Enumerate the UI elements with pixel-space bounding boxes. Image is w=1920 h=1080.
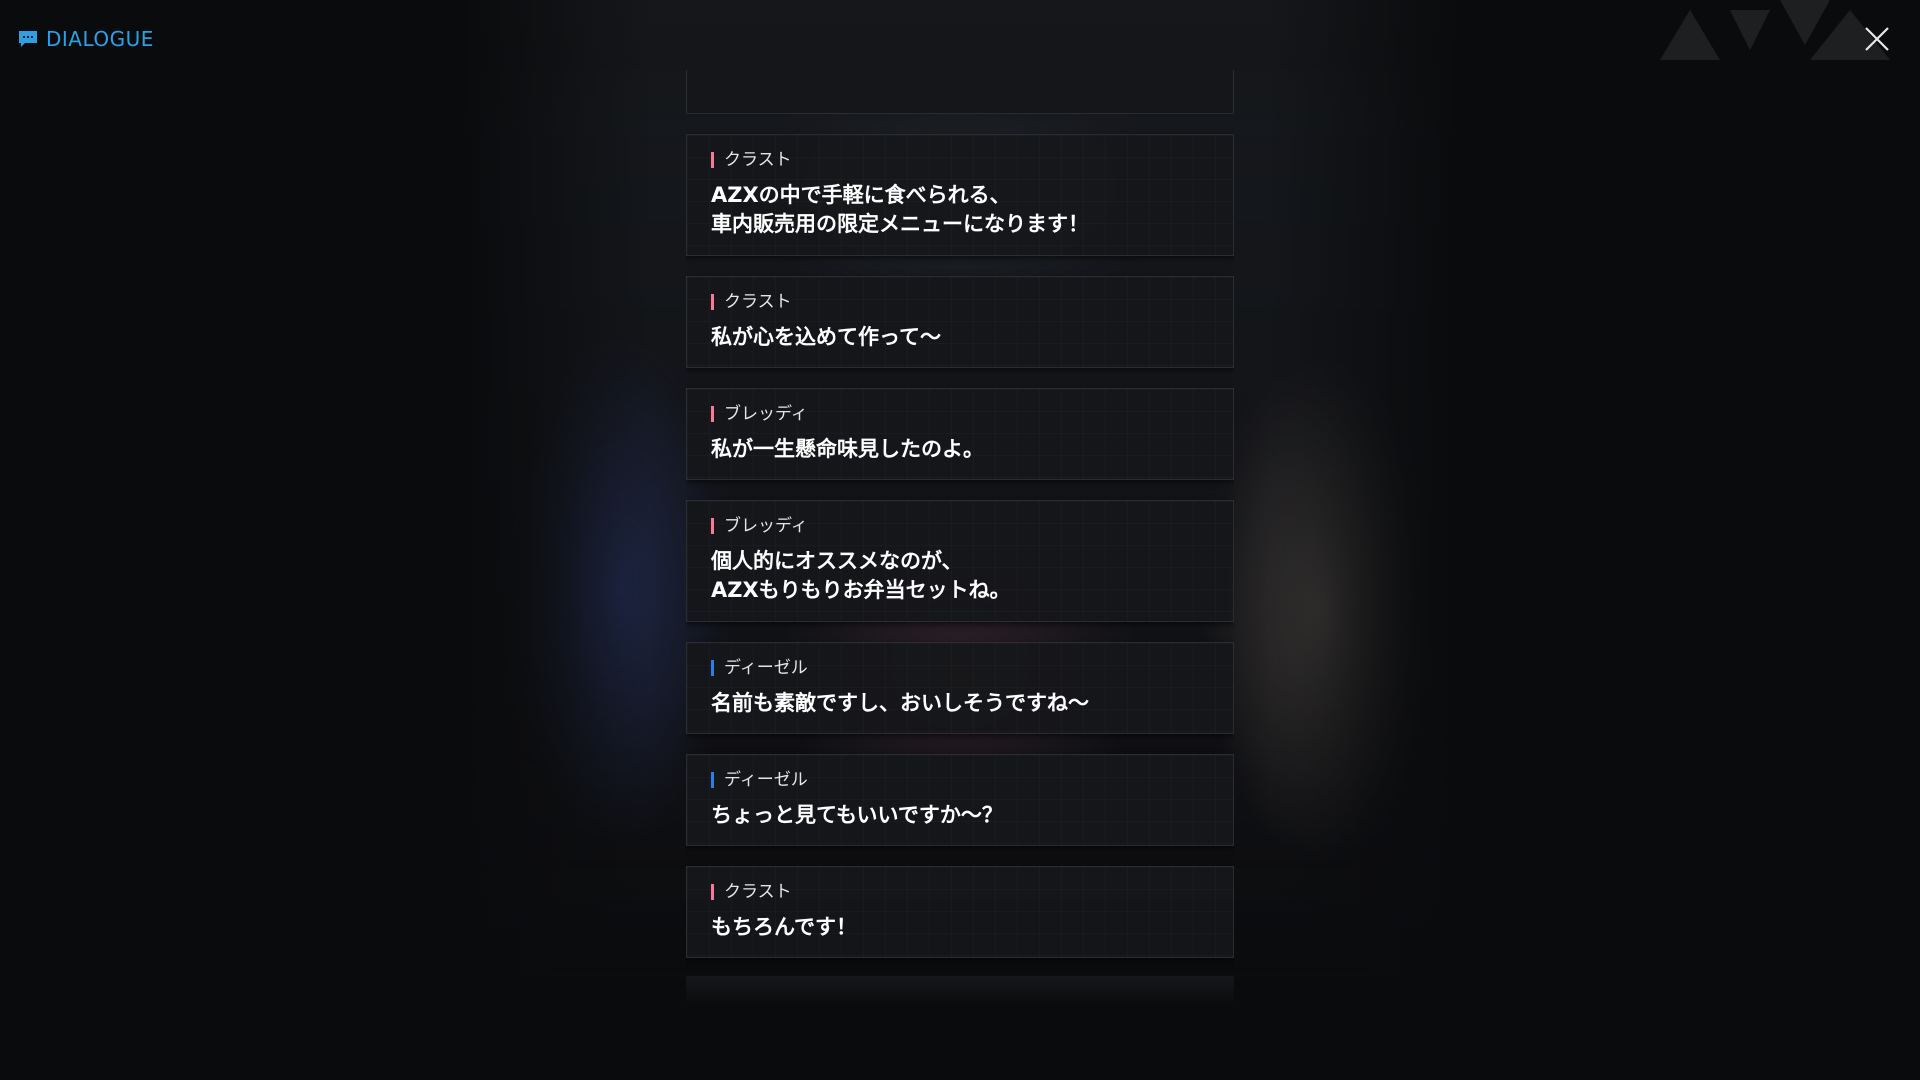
speaker-marker: [711, 152, 714, 168]
speaker-row: ブレッディ: [711, 515, 1209, 537]
speaker-row: クラスト: [711, 291, 1209, 313]
speaker-name: クラスト: [724, 882, 792, 902]
speaker-row: クラスト: [711, 149, 1209, 171]
dialogue-entry-fade: [686, 976, 1234, 1006]
dialogue-line: AZXもりもりお弁当セットね。: [711, 578, 1011, 602]
dialogue-entry-partial: [686, 70, 1234, 114]
speaker-row: ブレッディ: [711, 403, 1209, 425]
dialogue-line: AZXの中で手軽に食べられる、: [711, 183, 1011, 207]
speaker-marker: [711, 518, 714, 534]
speaker-marker: [711, 406, 714, 422]
dialogue-line: もちろんです！: [711, 915, 857, 939]
chat-bubble-icon: [19, 31, 37, 47]
dialogue-title-text: DIALOGUE: [46, 27, 154, 51]
dialogue-line: 車内販売用の限定メニューになります！: [711, 212, 1089, 236]
speaker-name: ブレッディ: [724, 404, 808, 424]
close-icon[interactable]: [1862, 24, 1892, 54]
dialogue-entry: ブレッディ 私が一生懸命味見したのよ。: [686, 388, 1234, 480]
speaker-name: ディーゼル: [724, 770, 808, 790]
dialogue-line: 私が一生懸命味見したのよ。: [711, 437, 984, 461]
speaker-name: クラスト: [724, 292, 792, 312]
dialogue-line: 個人的にオススメなのが、: [711, 549, 963, 573]
speaker-row: クラスト: [711, 881, 1209, 903]
dialogue-entry: ディーゼル 名前も素敵ですし、おいしそうですね～: [686, 642, 1234, 734]
speaker-row: ディーゼル: [711, 657, 1209, 679]
speaker-name: ディーゼル: [724, 658, 808, 678]
header-bar: DIALOGUE: [0, 0, 1920, 80]
dialogue-entry: クラスト もちろんです！: [686, 866, 1234, 958]
dialogue-entry: クラスト AZXの中で手軽に食べられる、 車内販売用の限定メニューになります！: [686, 134, 1234, 256]
dialogue-entry: ディーゼル ちょっと見てもいいですか～？: [686, 754, 1234, 846]
speaker-name: クラスト: [724, 150, 792, 170]
speaker-marker: [711, 884, 714, 900]
speaker-marker: [711, 660, 714, 676]
dialogue-entry: ブレッディ 個人的にオススメなのが、 AZXもりもりお弁当セットね。: [686, 500, 1234, 622]
speaker-marker: [711, 294, 714, 310]
dialogue-log-list[interactable]: クラスト AZXの中で手軽に食べられる、 車内販売用の限定メニューになります！ …: [686, 70, 1234, 1020]
dialogue-line: ちょっと見てもいいですか～？: [711, 803, 1003, 827]
dialogue-line: 私が心を込めて作って～: [711, 325, 941, 349]
dialogue-entry: クラスト 私が心を込めて作って～: [686, 276, 1234, 368]
dialogue-log-screen: DIALOGUE クラスト AZXの中で手軽に食べられる、 車内販売用の限定メニ…: [0, 0, 1920, 1080]
speaker-row: ディーゼル: [711, 769, 1209, 791]
speaker-name: ブレッディ: [724, 516, 808, 536]
dialogue-line: 名前も素敵ですし、おいしそうですね～: [711, 691, 1089, 715]
dialogue-title: DIALOGUE: [18, 28, 154, 50]
speaker-marker: [711, 772, 714, 788]
